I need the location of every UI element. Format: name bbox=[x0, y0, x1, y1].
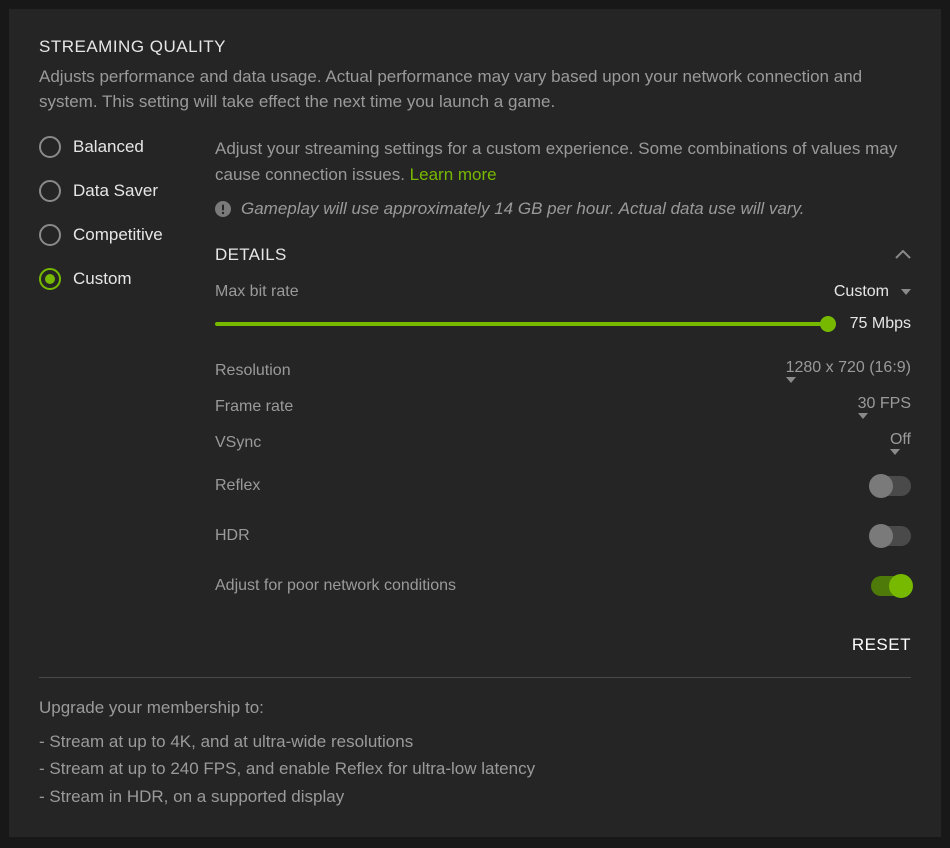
max-bit-rate-value: Custom bbox=[834, 283, 889, 301]
resolution-dropdown[interactable]: 1280 x 720 (16:9) bbox=[786, 359, 911, 383]
max-bit-rate-row: Max bit rate Custom bbox=[215, 283, 911, 301]
quality-radio-group: Balanced Data Saver Competitive Custom bbox=[39, 136, 181, 677]
radio-label: Balanced bbox=[73, 137, 144, 157]
upgrade-item: - Stream at up to 4K, and at ultra-wide … bbox=[39, 728, 911, 755]
radio-label: Data Saver bbox=[73, 181, 158, 201]
adjust-network-label: Adjust for poor network conditions bbox=[215, 577, 456, 595]
info-icon bbox=[215, 201, 231, 217]
radio-competitive[interactable]: Competitive bbox=[39, 224, 181, 246]
dropdown-caret-icon bbox=[858, 413, 868, 419]
streaming-quality-panel: STREAMING QUALITY Adjusts performance an… bbox=[9, 9, 941, 837]
details-title: DETAILS bbox=[215, 245, 287, 265]
radio-label: Competitive bbox=[73, 225, 163, 245]
upgrade-lead: Upgrade your membership to: bbox=[39, 698, 911, 718]
toggle-knob-icon bbox=[889, 574, 913, 598]
bitrate-slider[interactable] bbox=[215, 322, 828, 326]
dropdown-caret-icon bbox=[786, 377, 796, 383]
dropdown-caret-icon bbox=[890, 449, 900, 455]
radio-custom[interactable]: Custom bbox=[39, 268, 181, 290]
frame-rate-label: Frame rate bbox=[215, 398, 293, 416]
learn-more-link[interactable]: Learn more bbox=[410, 165, 497, 184]
resolution-row: Resolution 1280 x 720 (16:9) bbox=[215, 353, 911, 389]
toggle-knob-icon bbox=[869, 474, 893, 498]
section-description: Adjusts performance and data usage. Actu… bbox=[39, 65, 911, 114]
hdr-label: HDR bbox=[215, 527, 250, 545]
upgrade-item: - Stream in HDR, on a supported display bbox=[39, 783, 911, 810]
details-header[interactable]: DETAILS bbox=[215, 245, 911, 265]
divider bbox=[39, 677, 911, 678]
radio-balanced[interactable]: Balanced bbox=[39, 136, 181, 158]
gameplay-info-text: Gameplay will use approximately 14 GB pe… bbox=[241, 199, 804, 219]
frame-rate-row: Frame rate 30 FPS bbox=[215, 389, 911, 425]
max-bit-rate-label: Max bit rate bbox=[215, 283, 299, 301]
reset-button[interactable]: RESET bbox=[852, 635, 911, 655]
reflex-row: Reflex bbox=[215, 461, 911, 511]
max-bit-rate-dropdown[interactable]: Custom bbox=[834, 283, 911, 301]
vsync-value: Off bbox=[890, 431, 911, 448]
radio-circle-icon bbox=[39, 180, 61, 202]
chevron-up-icon bbox=[895, 250, 911, 260]
reflex-toggle[interactable] bbox=[871, 476, 911, 496]
hdr-toggle[interactable] bbox=[871, 526, 911, 546]
upgrade-list: - Stream at up to 4K, and at ultra-wide … bbox=[39, 728, 911, 810]
adjust-network-row: Adjust for poor network conditions bbox=[215, 561, 911, 611]
radio-circle-selected-icon bbox=[39, 268, 61, 290]
dropdown-caret-icon bbox=[901, 289, 911, 295]
adjust-network-toggle[interactable] bbox=[871, 576, 911, 596]
frame-rate-dropdown[interactable]: 30 FPS bbox=[858, 395, 911, 419]
section-title: STREAMING QUALITY bbox=[39, 37, 911, 57]
toggle-knob-icon bbox=[869, 524, 893, 548]
custom-description: Adjust your streaming settings for a cus… bbox=[215, 136, 911, 187]
vsync-row: VSync Off bbox=[215, 425, 911, 461]
hdr-row: HDR bbox=[215, 511, 911, 561]
custom-desc-text: Adjust your streaming settings for a cus… bbox=[215, 139, 897, 184]
radio-circle-icon bbox=[39, 136, 61, 158]
frame-rate-value: 30 FPS bbox=[858, 395, 911, 412]
bitrate-slider-value: 75 Mbps bbox=[850, 315, 911, 333]
resolution-value: 1280 x 720 (16:9) bbox=[786, 359, 911, 376]
radio-dot-icon bbox=[45, 274, 55, 284]
slider-thumb-icon[interactable] bbox=[820, 316, 836, 332]
resolution-label: Resolution bbox=[215, 362, 291, 380]
reflex-label: Reflex bbox=[215, 477, 260, 495]
radio-data-saver[interactable]: Data Saver bbox=[39, 180, 181, 202]
upgrade-item: - Stream at up to 240 FPS, and enable Re… bbox=[39, 755, 911, 782]
radio-label: Custom bbox=[73, 269, 132, 289]
vsync-dropdown[interactable]: Off bbox=[890, 431, 911, 455]
vsync-label: VSync bbox=[215, 434, 261, 452]
gameplay-info-row: Gameplay will use approximately 14 GB pe… bbox=[215, 199, 911, 219]
radio-circle-icon bbox=[39, 224, 61, 246]
